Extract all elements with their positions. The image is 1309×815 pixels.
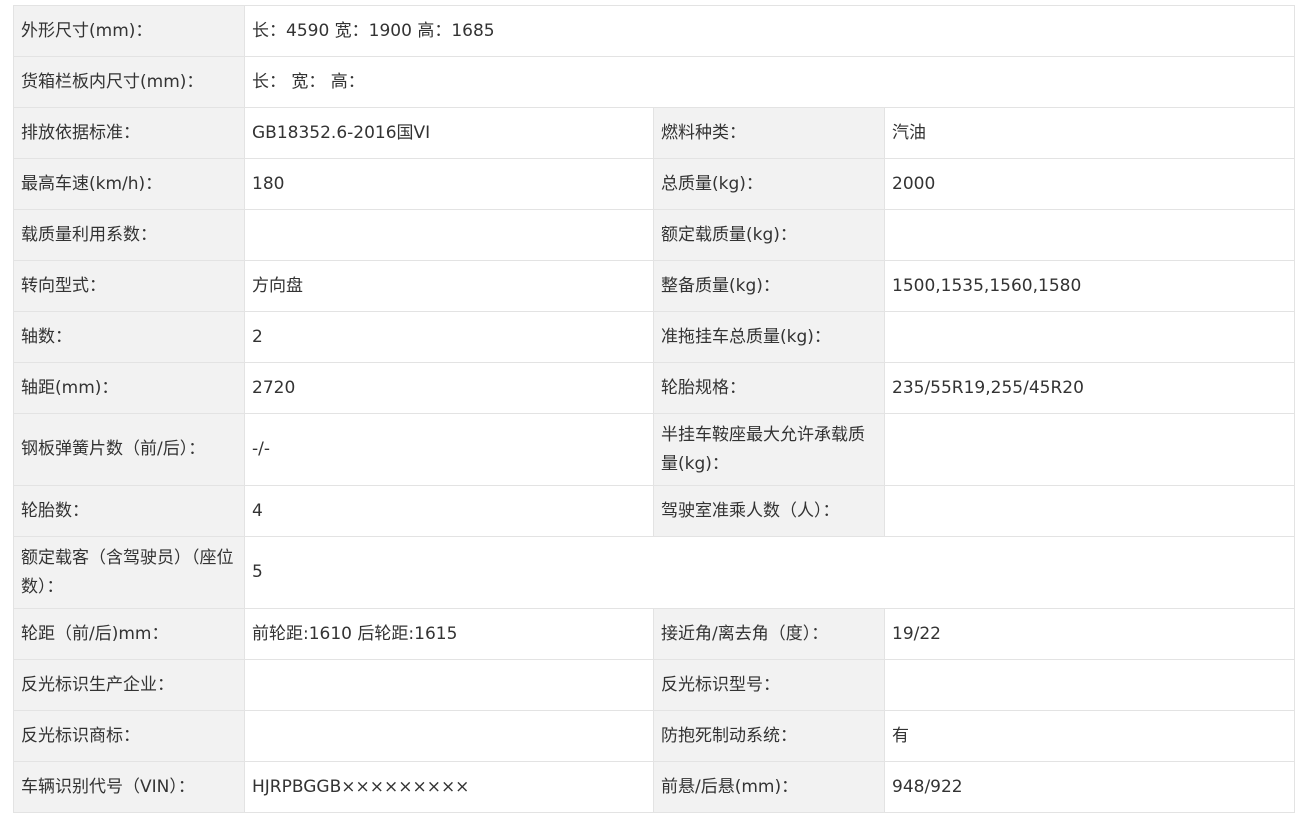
spec-row-dimensions: 外形尺寸(mm)： 长：4590 宽：1900 高：1685 <box>13 5 1296 57</box>
row-value: 5 <box>243 536 1296 609</box>
row-label-2: 前悬/后悬(mm)： <box>653 761 885 813</box>
spec-row-reflector-maker: 反光标识生产企业： 反光标识型号： <box>13 659 1296 711</box>
row-label: 轮距（前/后)mm： <box>13 608 245 660</box>
spec-row-seats: 额定载客（含驾驶员）（座位数）： 5 <box>13 536 1296 609</box>
row-value <box>244 209 654 261</box>
row-value-2: 948/922 <box>883 761 1296 813</box>
spec-row-speed-mass: 最高车速(km/h)： 180 总质量(kg)： 2000 <box>13 158 1296 210</box>
row-label: 钢板弹簧片数（前/后）： <box>13 413 245 486</box>
vehicle-spec-table: 外形尺寸(mm)： 长：4590 宽：1900 高：1685 货箱栏板内尺寸(m… <box>13 5 1296 813</box>
row-label: 排放依据标准： <box>13 107 245 159</box>
spec-row-cargo-box: 货箱栏板内尺寸(mm)： 长： 宽： 高： <box>13 56 1296 108</box>
row-value <box>244 710 654 762</box>
row-label-2: 轮胎规格： <box>653 362 885 414</box>
row-label: 载质量利用系数： <box>13 209 245 261</box>
row-label: 额定载客（含驾驶员）（座位数）： <box>13 536 245 609</box>
row-label-2: 防抱死制动系统： <box>653 710 885 762</box>
row-value: 2720 <box>244 362 654 414</box>
row-value-2: 235/55R19,255/45R20 <box>883 362 1296 414</box>
row-label-2: 半挂车鞍座最大允许承载质量(kg)： <box>653 413 885 486</box>
row-label: 轴距(mm)： <box>13 362 245 414</box>
row-value-2: 19/22 <box>883 608 1296 660</box>
row-value-2: 1500,1535,1560,1580 <box>883 260 1296 312</box>
spec-row-axles: 轴数： 2 准拖挂车总质量(kg)： <box>13 311 1296 363</box>
spec-row-load-factor: 载质量利用系数： 额定载质量(kg)： <box>13 209 1296 261</box>
row-value-2 <box>883 485 1296 537</box>
row-value: 长：4590 宽：1900 高：1685 <box>243 5 1296 57</box>
row-label: 反光标识商标： <box>13 710 245 762</box>
row-label-2: 反光标识型号： <box>653 659 885 711</box>
row-value: HJRPBGGB××××××××× <box>244 761 654 813</box>
row-label: 车辆识别代号（VIN）： <box>13 761 245 813</box>
row-value: 前轮距:1610 后轮距:1615 <box>244 608 654 660</box>
spec-row-steering: 转向型式： 方向盘 整备质量(kg)： 1500,1535,1560,1580 <box>13 260 1296 312</box>
row-value: 2 <box>244 311 654 363</box>
spec-row-track: 轮距（前/后)mm： 前轮距:1610 后轮距:1615 接近角/离去角（度）：… <box>13 608 1296 660</box>
row-label-2: 驾驶室准乘人数（人）： <box>653 485 885 537</box>
row-label-2: 接近角/离去角（度）： <box>653 608 885 660</box>
row-label: 反光标识生产企业： <box>13 659 245 711</box>
row-value-2 <box>883 413 1296 486</box>
row-label: 货箱栏板内尺寸(mm)： <box>13 56 245 108</box>
row-label: 轴数： <box>13 311 245 363</box>
row-value: -/- <box>244 413 654 486</box>
spec-row-tire-count: 轮胎数： 4 驾驶室准乘人数（人）： <box>13 485 1296 537</box>
row-value: 长： 宽： 高： <box>243 56 1296 108</box>
spec-row-vin: 车辆识别代号（VIN）： HJRPBGGB××××××××× 前悬/后悬(mm)… <box>13 761 1296 813</box>
row-label: 转向型式： <box>13 260 245 312</box>
spec-row-emission-fuel: 排放依据标准： GB18352.6-2016国VI 燃料种类： 汽油 <box>13 107 1296 159</box>
row-value <box>244 659 654 711</box>
row-label-2: 准拖挂车总质量(kg)： <box>653 311 885 363</box>
row-value-2: 汽油 <box>883 107 1296 159</box>
row-value-2: 2000 <box>883 158 1296 210</box>
row-value-2 <box>883 209 1296 261</box>
row-label-2: 整备质量(kg)： <box>653 260 885 312</box>
row-label: 最高车速(km/h)： <box>13 158 245 210</box>
row-value: 方向盘 <box>244 260 654 312</box>
row-label: 外形尺寸(mm)： <box>13 5 245 57</box>
row-label: 轮胎数： <box>13 485 245 537</box>
spec-row-reflector-brand: 反光标识商标： 防抱死制动系统： 有 <box>13 710 1296 762</box>
row-label-2: 燃料种类： <box>653 107 885 159</box>
row-value-2: 有 <box>883 710 1296 762</box>
spec-row-leaf-springs: 钢板弹簧片数（前/后）： -/- 半挂车鞍座最大允许承载质量(kg)： <box>13 413 1296 486</box>
row-label-2: 额定载质量(kg)： <box>653 209 885 261</box>
row-value-2 <box>883 659 1296 711</box>
spec-row-wheelbase: 轴距(mm)： 2720 轮胎规格： 235/55R19,255/45R20 <box>13 362 1296 414</box>
row-value: 180 <box>244 158 654 210</box>
row-value: GB18352.6-2016国VI <box>244 107 654 159</box>
row-value-2 <box>883 311 1296 363</box>
row-label-2: 总质量(kg)： <box>653 158 885 210</box>
row-value: 4 <box>244 485 654 537</box>
